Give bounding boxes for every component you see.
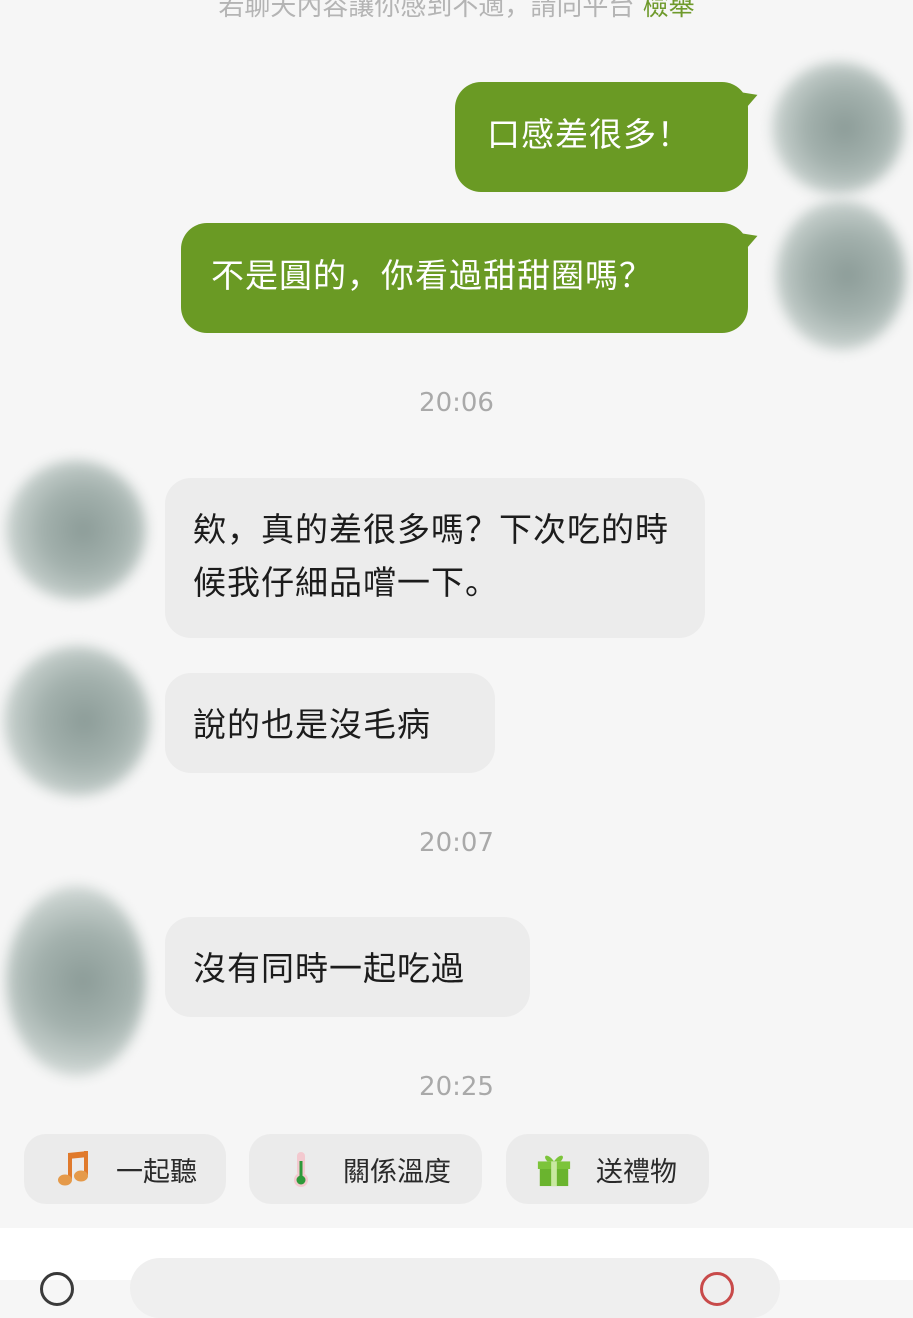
my-avatar <box>776 200 906 350</box>
incoming-message[interactable]: 說的也是沒毛病 <box>165 673 495 773</box>
contact-avatar <box>6 460 146 600</box>
message-text: 說的也是沒毛病 <box>193 705 431 744</box>
gift-icon <box>536 1149 572 1189</box>
message-input[interactable] <box>130 1258 780 1318</box>
message-timestamp: 20:07 <box>419 828 494 858</box>
quick-action-label: 一起聽 <box>116 1156 197 1188</box>
message-text: 沒有同時一起吃過 <box>193 949 465 988</box>
message-text: 欸，真的差很多嗎？下次吃的時候我仔細品嚐一下。 <box>193 510 669 602</box>
music-note-icon <box>56 1149 92 1189</box>
outgoing-message[interactable]: 不是圓的，你看過甜甜圈嗎？ <box>181 223 748 333</box>
plus-icon[interactable] <box>40 1272 74 1306</box>
message-timestamp: 20:06 <box>419 388 494 418</box>
my-avatar <box>772 62 904 194</box>
contact-avatar <box>4 646 150 796</box>
contact-avatar <box>6 886 146 1076</box>
incoming-message[interactable]: 沒有同時一起吃過 <box>165 917 530 1017</box>
thermometer-icon <box>283 1149 319 1189</box>
report-notice: 若聊天內容讓你感到不適，請向平台 檢舉 <box>0 0 913 23</box>
quick-action-label: 關係溫度 <box>343 1156 451 1188</box>
listen-together-button[interactable]: 一起聽 <box>24 1134 226 1204</box>
message-text: 口感差很多！ <box>487 115 691 154</box>
outgoing-message[interactable]: 口感差很多！ <box>455 82 748 192</box>
emoji-icon[interactable] <box>700 1272 734 1306</box>
report-link[interactable]: 檢舉 <box>643 0 695 22</box>
message-text: 不是圓的，你看過甜甜圈嗎？ <box>211 256 653 295</box>
report-notice-text: 若聊天內容讓你感到不適，請向平台 <box>218 0 635 22</box>
send-gift-button[interactable]: 送禮物 <box>506 1134 709 1204</box>
incoming-message[interactable]: 欸，真的差很多嗎？下次吃的時候我仔細品嚐一下。 <box>165 478 705 638</box>
message-timestamp: 20:25 <box>419 1072 494 1102</box>
relationship-temperature-button[interactable]: 關係溫度 <box>249 1134 482 1204</box>
quick-action-label: 送禮物 <box>596 1156 677 1188</box>
